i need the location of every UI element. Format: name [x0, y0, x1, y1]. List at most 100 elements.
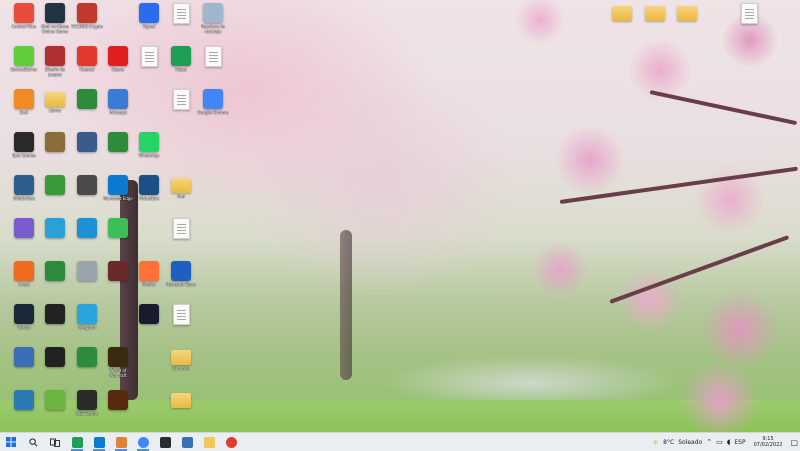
monitor-app-icon[interactable]	[176, 433, 198, 451]
signal-icon	[139, 3, 159, 23]
desktop-icon-label	[38, 411, 72, 421]
language-icon[interactable]: ESP	[734, 439, 745, 446]
desktop-icon[interactable]	[72, 89, 102, 127]
desktop-icon[interactable]: WinDirStat	[9, 175, 39, 213]
desktop-icon[interactable]	[40, 175, 70, 213]
desktop-icon[interactable]: Libranos	[166, 347, 196, 385]
desktop-icon[interactable]	[40, 261, 70, 299]
clock[interactable]: 9:15 07/02/2022	[754, 436, 783, 448]
desktop-icon[interactable]	[166, 304, 196, 342]
desktop-icon[interactable]: Kimi no Nawa Online Game	[40, 3, 70, 41]
desktop-icon[interactable]: World of Warcraft	[103, 347, 133, 385]
desktop-icon[interactable]	[9, 218, 39, 256]
desktop-icon[interactable]	[72, 347, 102, 385]
desktop-icon[interactable]	[103, 390, 133, 428]
desktop-icon[interactable]	[9, 390, 39, 428]
desktop-icon[interactable]: VirtualBox	[134, 175, 164, 213]
desktop-icon[interactable]	[166, 218, 196, 256]
explorer-app-icon[interactable]	[198, 433, 220, 451]
desktop-icon[interactable]	[103, 218, 133, 256]
notifications-icon[interactable]: ▢	[790, 438, 798, 447]
desktop-icon[interactable]: OBS Studio	[72, 390, 102, 428]
chevron-up-icon[interactable]: ⌃	[706, 438, 712, 446]
desktop-icon[interactable]: Firefox	[134, 261, 164, 299]
desktop-icon[interactable]: Control Files	[9, 3, 39, 41]
volume-icon[interactable]: ◖	[727, 438, 731, 446]
sheets-app-icon[interactable]	[66, 433, 88, 451]
search-icon[interactable]	[22, 433, 44, 451]
edge-icon	[108, 175, 128, 195]
desktop-icon[interactable]: Epic Games	[9, 132, 39, 170]
weather-temp[interactable]: 8°C	[663, 439, 674, 446]
desktop-icon[interactable]: Avast	[9, 261, 39, 299]
desktop-icon[interactable]: Pod	[166, 175, 196, 213]
desktop-icon[interactable]	[40, 132, 70, 170]
desktop-icon[interactable]: Google Chrome	[197, 89, 229, 127]
xbox-icon	[77, 89, 97, 109]
desktop-icon[interactable]: Microsoft Edge	[103, 175, 133, 213]
desktop-icon[interactable]	[607, 3, 637, 41]
desktop-icon[interactable]	[72, 175, 102, 213]
desktop-icon-label	[605, 22, 639, 32]
desktop-icon[interactable]	[72, 218, 102, 256]
desktop-icon[interactable]	[640, 3, 670, 41]
game-icon	[108, 390, 128, 410]
desktop-icon[interactable]	[103, 261, 133, 299]
desktop-icon[interactable]: Papelera de reciclaje	[198, 3, 228, 41]
paint-app-icon[interactable]	[110, 433, 132, 451]
desktop-icon[interactable]	[166, 89, 196, 127]
desktop-icon-label	[132, 68, 166, 78]
desktop-icon[interactable]	[134, 304, 164, 342]
app-icon	[45, 175, 65, 195]
desktop-icon[interactable]	[40, 390, 70, 428]
app-icon	[14, 347, 34, 367]
weather-sun-icon[interactable]: ☀	[652, 438, 659, 447]
desktop-icon-label: WhatsApp	[138, 153, 160, 158]
desktop-icon[interactable]	[40, 347, 70, 385]
chrome-app-icon[interactable]	[132, 433, 154, 451]
desktop-icon[interactable]: TECHNO Crypto	[71, 3, 103, 41]
desktop-icon[interactable]	[166, 390, 196, 428]
desktop-icon[interactable]	[103, 132, 133, 170]
desktop-icon[interactable]	[672, 3, 702, 41]
avast-icon	[14, 261, 34, 281]
desktop-icon[interactable]	[166, 3, 196, 41]
desktop-icon[interactable]: DeX	[9, 89, 39, 127]
sheets-app-icon-glyph	[71, 436, 83, 448]
task-view-icon[interactable]	[44, 433, 66, 451]
edge-app-icon-glyph	[93, 436, 105, 448]
game-icon	[45, 347, 65, 367]
folder-icon	[677, 6, 697, 21]
desktop-icon[interactable]	[734, 3, 764, 41]
desktop-icon[interactable]: Microsoft Store	[166, 261, 196, 299]
desktop-icon[interactable]: Huawei	[72, 46, 102, 84]
desktop-icon[interactable]	[9, 347, 39, 385]
desktop-icon[interactable]: Signal	[134, 3, 164, 41]
chrome-profile-app-icon[interactable]	[220, 433, 242, 451]
desktop-icon[interactable]	[134, 46, 164, 84]
edge-app-icon[interactable]	[88, 433, 110, 451]
desktop-icon[interactable]: Opera	[103, 46, 133, 84]
network-icon[interactable]: ▭	[716, 438, 723, 446]
desktop-icon[interactable]	[72, 132, 102, 170]
terminal-app-icon[interactable]	[154, 433, 176, 451]
desktop-icon[interactable]: Libros	[40, 89, 70, 127]
weather-desc[interactable]: Soleado	[678, 439, 702, 446]
app-icon	[77, 261, 97, 281]
desktop-icon[interactable]	[40, 304, 70, 342]
desktop-icon[interactable]: Inkscape	[103, 89, 133, 127]
windows-start-icon[interactable]	[0, 433, 22, 451]
desktop-icon[interactable]: Telegram	[72, 304, 102, 342]
desktop-icon[interactable]: Steam	[9, 304, 39, 342]
desktop-icon[interactable]	[198, 46, 228, 84]
desktop-icon[interactable]	[40, 218, 70, 256]
game-icon	[14, 218, 34, 238]
desktop-icon[interactable]: Hojas	[166, 46, 196, 84]
desktop-icon-label	[196, 68, 230, 78]
desktop-icon[interactable]: BalenaEtcher	[9, 46, 39, 84]
tree-trunk	[340, 230, 352, 380]
desktop-icon-label	[38, 282, 72, 292]
desktop-icon[interactable]: Diseño de juegos	[40, 46, 70, 84]
desktop-icon[interactable]	[72, 261, 102, 299]
desktop-icon[interactable]: WhatsApp	[134, 132, 164, 170]
